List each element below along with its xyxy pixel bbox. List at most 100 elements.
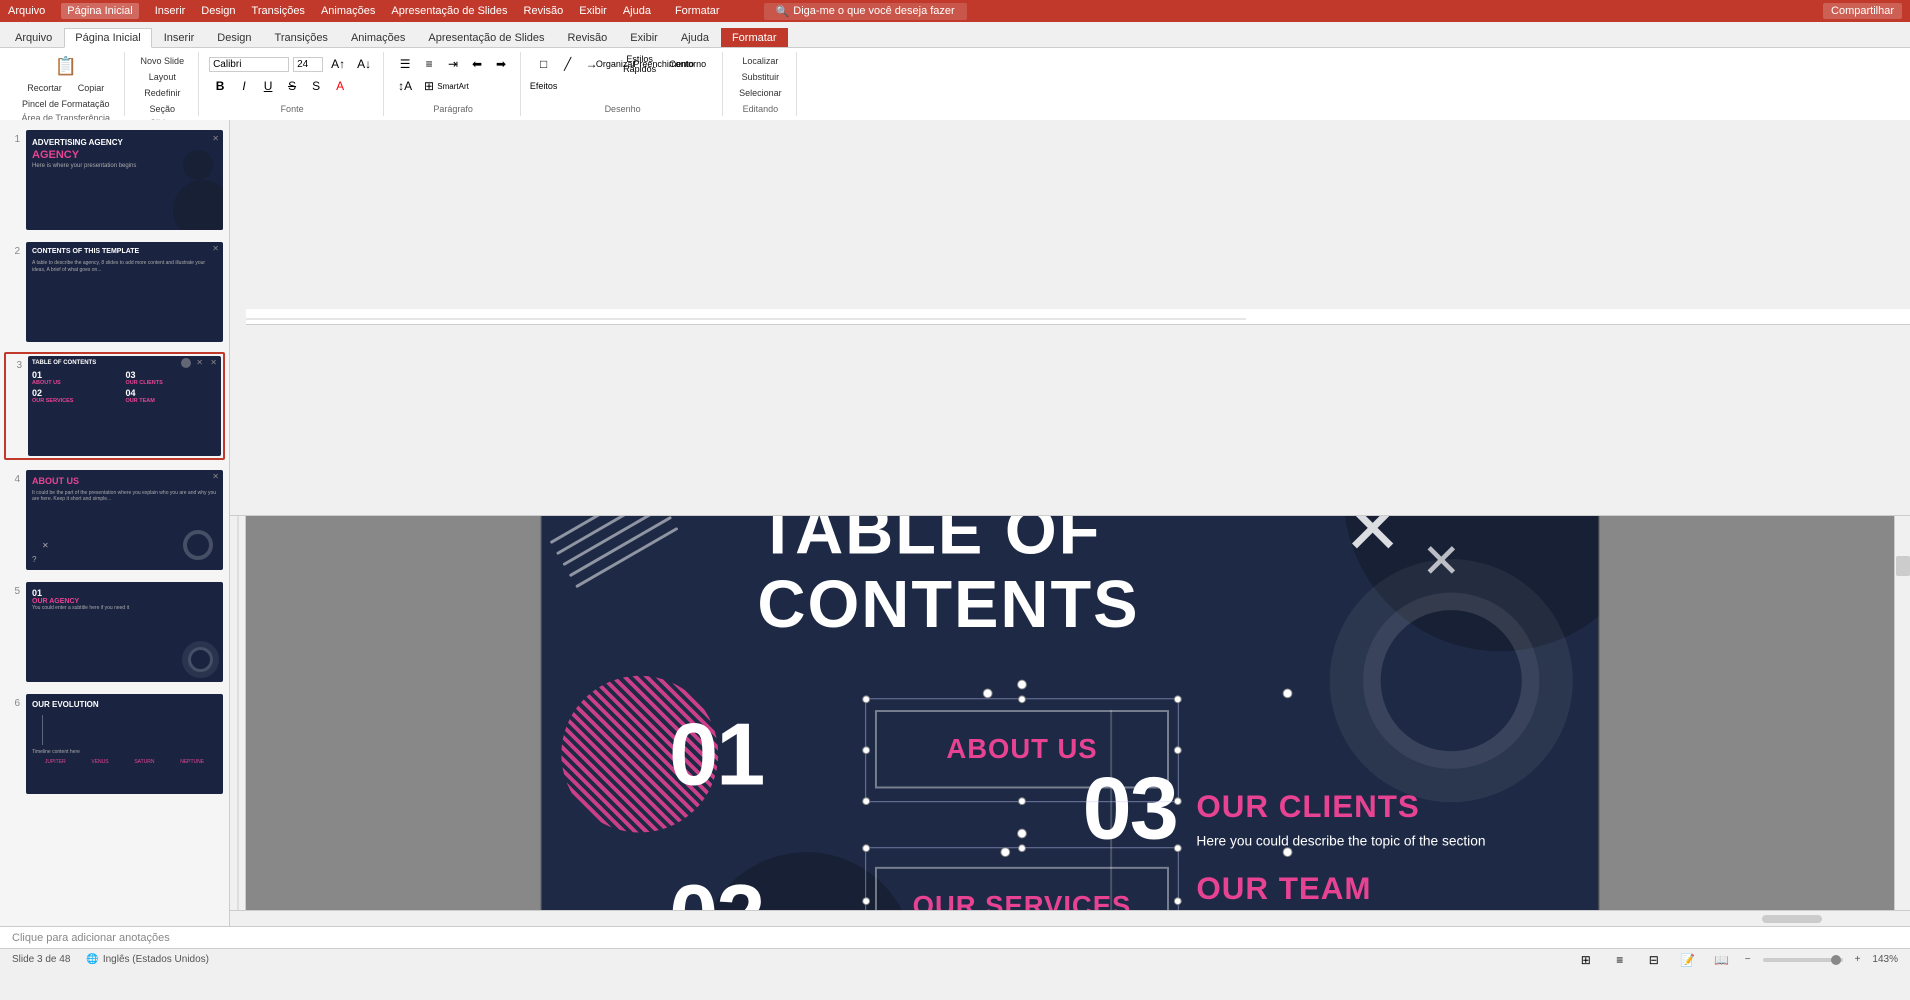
about-us-box[interactable]: ABOUT US — [875, 710, 1169, 788]
align-right-button[interactable]: ➡ — [490, 54, 512, 74]
notes-bar[interactable]: Clique para adicionar anotações — [0, 926, 1910, 948]
replace-button[interactable]: Substituir — [733, 70, 788, 84]
search-box[interactable]: 🔍 Diga-me o que você deseja fazer — [764, 3, 967, 20]
font-color-button[interactable]: A — [329, 76, 351, 96]
bold-button[interactable]: B — [209, 76, 231, 96]
slide-thumb-5[interactable]: 5 01 OUR AGENCY You could enter a subtit… — [4, 580, 225, 684]
tab-inserir[interactable]: Inserir — [153, 28, 206, 47]
shape-effects-button[interactable]: Efeitos — [533, 76, 555, 96]
our-team-title[interactable]: OUR TEAM — [1196, 871, 1568, 907]
select-button[interactable]: Selecionar — [733, 86, 788, 100]
menu-transicoes[interactable]: Transições — [252, 5, 305, 17]
menu-arquivo[interactable]: Arquivo — [8, 5, 45, 17]
view-normal-button[interactable]: ⊞ — [1575, 950, 1597, 970]
new-slide-button[interactable]: Novo Slide — [135, 54, 191, 68]
font-size-up-button[interactable]: A↑ — [327, 54, 349, 74]
layout-button[interactable]: Layout — [143, 70, 182, 84]
draw-line-button[interactable]: ╱ — [557, 54, 579, 74]
slide-main[interactable]: ✕ ✕ TABLE OF CONTENTS — [541, 516, 1599, 911]
handle-br[interactable] — [1174, 798, 1182, 806]
slide-main-title[interactable]: TABLE OF CONTENTS — [757, 516, 1139, 642]
handle-tl[interactable] — [862, 696, 870, 704]
menu-formatar[interactable]: Formatar — [667, 3, 728, 19]
scroll-v-thumb[interactable] — [1896, 556, 1910, 576]
slide3-close1[interactable]: ✕ — [196, 358, 203, 367]
tab-apresentacao[interactable]: Apresentação de Slides — [417, 28, 555, 47]
slide-thumb-1[interactable]: 1 ADVERTISING AGENCY AGENCY Here is wher… — [4, 128, 225, 232]
vertical-scrollbar[interactable] — [1894, 516, 1910, 911]
handle-tr[interactable] — [1174, 696, 1182, 704]
menu-design[interactable]: Design — [201, 5, 235, 17]
convert-smartart-button[interactable]: SmartArt — [442, 76, 464, 96]
share-button[interactable]: Compartilhar — [1823, 3, 1902, 19]
menu-revisao[interactable]: Revisão — [524, 5, 564, 17]
rotate-handle-01[interactable] — [983, 689, 993, 699]
text-direction-button[interactable]: ↕A — [394, 76, 416, 96]
view-slide-sorter-button[interactable]: ⊟ — [1643, 950, 1665, 970]
handle-s-tr[interactable] — [1174, 845, 1182, 853]
menu-exibir[interactable]: Exibir — [579, 5, 607, 17]
slide-thumb-3[interactable]: 3 TABLE OF CONTENTS 01 ABOUT US 03 OUR C… — [4, 352, 225, 460]
handle-bm[interactable] — [1018, 798, 1026, 806]
tab-revisao[interactable]: Revisão — [557, 28, 619, 47]
shadow-button[interactable]: S — [305, 76, 327, 96]
slide4-close[interactable]: ✕ — [212, 472, 219, 481]
find-button[interactable]: Localizar — [733, 54, 788, 68]
tab-animacoes[interactable]: Animações — [340, 28, 416, 47]
tab-design[interactable]: Design — [206, 28, 262, 47]
menu-ajuda[interactable]: Ajuda — [623, 5, 651, 17]
zoom-in-button[interactable]: + — [1855, 954, 1861, 965]
paste-button[interactable]: 📋 — [49, 54, 83, 79]
strikethrough-button[interactable]: S — [281, 76, 303, 96]
section-button[interactable]: Seção — [144, 102, 182, 116]
format-painter-button[interactable]: Pincel de Formatação — [16, 97, 116, 111]
rotate-handle-services[interactable] — [1017, 829, 1027, 839]
tab-ajuda[interactable]: Ajuda — [670, 28, 720, 47]
our-services-box[interactable]: OUR SERVICES — [875, 867, 1169, 910]
underline-button[interactable]: U — [257, 76, 279, 96]
our-clients-title[interactable]: OUR CLIENTS — [1196, 789, 1568, 825]
menu-apresentacao[interactable]: Apresentação de Slides — [391, 5, 507, 17]
slide3-close2[interactable]: ✕ — [210, 358, 217, 367]
numbered-list-button[interactable]: ≡ — [418, 54, 440, 74]
draw-shape-button[interactable]: □ — [533, 54, 555, 74]
handle-s-mr[interactable] — [1174, 897, 1182, 905]
zoom-out-button[interactable]: − — [1745, 954, 1751, 965]
scroll-h-thumb[interactable] — [1762, 915, 1822, 923]
zoom-level[interactable]: 143% — [1872, 954, 1898, 965]
tab-transicoes[interactable]: Transições — [264, 28, 339, 47]
handle-s-tm[interactable] — [1018, 845, 1026, 853]
italic-button[interactable]: I — [233, 76, 255, 96]
rotate-handle-04[interactable] — [1283, 689, 1293, 699]
handle-s-ml[interactable] — [862, 897, 870, 905]
handle-s-tl[interactable] — [862, 845, 870, 853]
font-size-input[interactable] — [293, 57, 323, 72]
shape-outline-button[interactable]: Contorno — [677, 54, 699, 74]
view-outline-button[interactable]: ≡ — [1609, 950, 1631, 970]
tab-exibir[interactable]: Exibir — [619, 28, 669, 47]
handle-mr[interactable] — [1174, 747, 1182, 755]
align-left-button[interactable]: ⬅ — [466, 54, 488, 74]
view-notes-button[interactable]: 📝 — [1677, 950, 1699, 970]
zoom-slider[interactable] — [1763, 958, 1843, 962]
copy-button[interactable]: Copiar — [72, 81, 111, 95]
font-name-input[interactable] — [209, 57, 289, 72]
slide-thumb-6[interactable]: 6 OUR EVOLUTION Timeline content here JU… — [4, 692, 225, 796]
slide1-close[interactable]: ✕ — [212, 134, 219, 143]
slide2-close[interactable]: ✕ — [212, 244, 219, 253]
slide-thumb-4[interactable]: 4 ABOUT US It could be the part of the p… — [4, 468, 225, 572]
font-size-down-button[interactable]: A↓ — [353, 54, 375, 74]
indent-button[interactable]: ⇥ — [442, 54, 464, 74]
slide-thumb-2[interactable]: 2 CONTENTS OF THIS TEMPLATE A table to d… — [4, 240, 225, 344]
number-02[interactable]: 02 — [669, 867, 763, 910]
slide-canvas-wrap[interactable]: ✕ ✕ TABLE OF CONTENTS — [246, 516, 1894, 911]
bullet-list-button[interactable]: ☰ — [394, 54, 416, 74]
menu-animacoes[interactable]: Animações — [321, 5, 375, 17]
tab-arquivo[interactable]: Arquivo — [4, 28, 63, 47]
menu-inserir[interactable]: Inserir — [155, 5, 186, 17]
handle-ml[interactable] — [862, 747, 870, 755]
view-reading-button[interactable]: 📖 — [1711, 950, 1733, 970]
handle-bl[interactable] — [862, 798, 870, 806]
tab-pagina-inicial[interactable]: Página Inicial — [64, 28, 151, 48]
horizontal-scrollbar[interactable] — [230, 910, 1910, 926]
